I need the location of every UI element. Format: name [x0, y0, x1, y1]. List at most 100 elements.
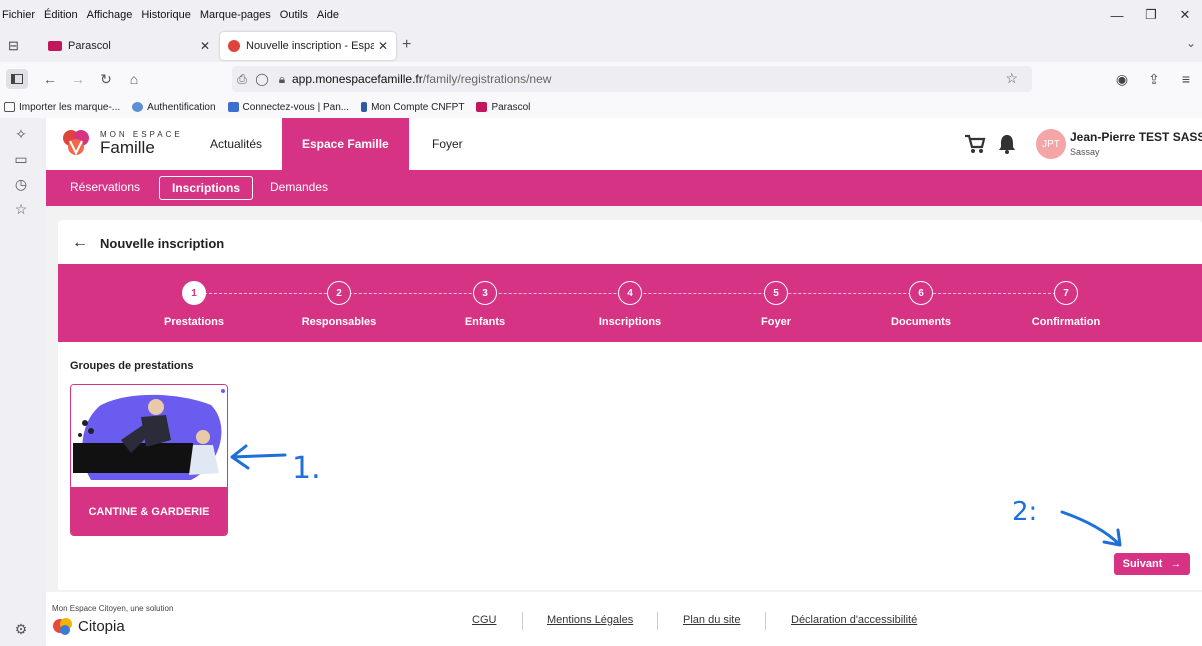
nav-foyer[interactable]: Foyer	[432, 118, 463, 170]
list-all-tabs-icon[interactable]: ⊟	[8, 38, 24, 54]
share-icon[interactable]: ⇪	[1138, 71, 1170, 88]
close-tab-icon[interactable]: ✕	[200, 39, 210, 53]
step-label: Enfants	[464, 316, 506, 328]
bookmark-cnfpt[interactable]: Mon Compte CNFPT	[361, 102, 464, 113]
bookmark-authentification[interactable]: Authentification	[132, 102, 216, 113]
bookmarks-toolbar: Importer les marque-... Authentification…	[0, 96, 1202, 118]
auth-icon	[132, 102, 144, 112]
step-foyer[interactable]: 5 Foyer	[726, 281, 826, 328]
step-label: Inscriptions	[598, 316, 662, 328]
next-button[interactable]: Suivant →	[1114, 553, 1190, 575]
hamburger-menu-icon[interactable]: ≡	[1170, 71, 1202, 87]
step-enfants[interactable]: 3 Enfants	[435, 281, 535, 328]
footer-link-plan[interactable]: Plan du site	[683, 614, 740, 626]
menu-history[interactable]: Historique	[141, 9, 191, 21]
step-documents[interactable]: 6 Documents	[871, 281, 971, 328]
footer-link-cgu[interactable]: CGU	[472, 614, 496, 626]
restore-icon[interactable]: ❐	[1134, 7, 1168, 23]
step-number: 5	[764, 281, 788, 305]
user-subtitle: Sassay	[1070, 147, 1100, 157]
tab-nouvelle-inscription[interactable]: Nouvelle inscription - Espace Fa ✕	[220, 32, 396, 60]
bookmark-parascol[interactable]: Parascol	[476, 102, 530, 113]
back-arrow-icon[interactable]: ←	[72, 234, 88, 252]
footer-divider	[522, 612, 523, 630]
close-window-icon[interactable]: ✕	[1168, 7, 1202, 23]
import-icon	[4, 102, 15, 112]
logo-flower-icon	[60, 127, 92, 159]
url-path: /family/registrations/new	[422, 72, 552, 86]
step-number: 2	[327, 281, 351, 305]
bell-icon[interactable]	[998, 134, 1016, 157]
tab-overflow-chevron-icon[interactable]: ⌄	[1186, 36, 1196, 50]
settings-gear-icon[interactable]: ⚙	[0, 621, 42, 638]
bookmark-import[interactable]: Importer les marque-...	[4, 102, 120, 113]
lock-icon[interactable]: 🔒︎	[272, 72, 292, 87]
new-tab-icon[interactable]: +	[402, 36, 411, 54]
step-number: 6	[909, 281, 933, 305]
nav-espace-famille[interactable]: Espace Famille	[282, 118, 409, 170]
tab-label: Parascol	[68, 40, 111, 52]
espace-famille-favicon-icon	[228, 40, 240, 52]
parascol-favicon-icon	[48, 41, 62, 51]
cart-icon[interactable]	[964, 134, 986, 157]
shield-icon[interactable]: ◯	[252, 72, 272, 86]
home-icon[interactable]: ⌂	[120, 71, 148, 87]
ai-chatbot-icon[interactable]: ✧	[0, 126, 42, 143]
bookmark-label: Connectez-vous | Pan...	[242, 101, 350, 113]
back-arrow-icon[interactable]: ←	[36, 71, 64, 87]
step-inscriptions[interactable]: 4 Inscriptions	[580, 281, 680, 328]
service-group-tile[interactable]: CANTINE & GARDERIE	[70, 384, 228, 536]
tab-parascol[interactable]: Parascol ✕	[40, 32, 218, 60]
step-prestations[interactable]: 1 Prestations	[144, 281, 244, 328]
bookmark-star-icon[interactable]: ☆	[1005, 70, 1018, 87]
app-header: MON ESPACE Famille Actualités Espace Fam…	[46, 118, 1202, 170]
step-responsables[interactable]: 2 Responsables	[289, 281, 389, 328]
bookmark-connectez-vous[interactable]: Connectez-vous | Pan...	[227, 101, 350, 113]
card-footer-area	[58, 542, 1202, 590]
subnav-demandes[interactable]: Demandes	[270, 180, 328, 194]
forward-arrow-icon[interactable]: →	[64, 71, 92, 87]
step-confirmation[interactable]: 7 Confirmation	[1016, 281, 1116, 328]
bookmark-label: Importer les marque-...	[19, 101, 121, 113]
nav-actualites[interactable]: Actualités	[210, 118, 262, 170]
user-name[interactable]: Jean-Pierre TEST SASSAY	[1070, 130, 1202, 144]
reload-icon[interactable]: ↻	[92, 71, 120, 88]
step-label: Prestations	[164, 316, 224, 328]
toolbar-right: ◉ ⇪ ≡	[1106, 62, 1202, 96]
menu-tools[interactable]: Outils	[280, 9, 308, 21]
url-host: app.monespacefamille.fr	[292, 72, 423, 86]
step-number: 7	[1054, 281, 1078, 305]
account-icon[interactable]: ◉	[1106, 71, 1138, 88]
step-number: 3	[473, 281, 497, 305]
footer-divider	[657, 612, 658, 630]
synced-tabs-icon[interactable]: ▭	[0, 151, 42, 168]
footer-tagline: Mon Espace Citoyen, une solution	[52, 604, 174, 613]
group-title: Groupes de prestations	[70, 360, 194, 372]
bookmark-label: Mon Compte CNFPT	[371, 101, 465, 113]
window-controls: — ❐ ✕	[1100, 0, 1202, 30]
print-icon[interactable]: ⎙	[232, 72, 252, 87]
history-icon[interactable]: ◷	[0, 176, 42, 193]
footer-link-accessibilite[interactable]: Déclaration d'accessibilité	[791, 614, 917, 626]
subnav-reservations[interactable]: Réservations	[70, 180, 140, 194]
registration-card: ← Nouvelle inscription 1 Prestations 2 R…	[58, 220, 1202, 590]
bookmarks-star-icon[interactable]: ☆	[0, 201, 42, 218]
avatar[interactable]: JPT	[1036, 129, 1066, 159]
url-bar[interactable]: ⎙ ◯ 🔒︎ app.monespacefamille.fr/family/re…	[232, 66, 1032, 92]
step-number: 1	[182, 281, 206, 305]
step-label: Responsables	[301, 316, 377, 328]
app-logo[interactable]: MON ESPACE Famille	[60, 127, 183, 159]
minimize-icon[interactable]: —	[1100, 8, 1134, 23]
menu-view[interactable]: Affichage	[87, 9, 133, 21]
menu-bookmarks[interactable]: Marque-pages	[200, 9, 271, 21]
menu-file[interactable]: Fichier	[2, 9, 35, 21]
cnfpt-icon	[361, 102, 368, 112]
close-tab-icon[interactable]: ✕	[378, 39, 388, 53]
menu-help[interactable]: Aide	[317, 9, 339, 21]
logo-big-text: Famille	[100, 137, 155, 157]
footer-link-mentions[interactable]: Mentions Légales	[547, 614, 633, 626]
subnav-inscriptions[interactable]: Inscriptions	[159, 176, 254, 200]
menu-edit[interactable]: Édition	[44, 9, 78, 21]
citopia-logo[interactable]: Citopia	[52, 616, 125, 636]
sidebar-toggle-icon[interactable]	[6, 69, 28, 89]
